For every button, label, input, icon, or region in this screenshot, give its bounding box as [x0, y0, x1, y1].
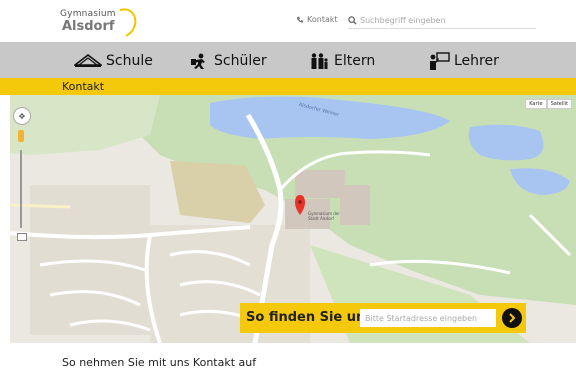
nav-item-schule[interactable]: Schule [74, 52, 153, 70]
search-box [348, 12, 536, 29]
street-view-pegman-icon[interactable] [18, 130, 24, 142]
start-address-input[interactable] [360, 309, 496, 327]
map-type-control: Karte Satellit [525, 99, 572, 109]
breadcrumb: Kontakt [0, 78, 576, 95]
logo-line1: Gymnasium [60, 9, 116, 19]
search-input[interactable] [360, 15, 520, 25]
directions-finder: So finden Sie uns: [240, 303, 526, 333]
logo-line2: Alsdorf [62, 19, 115, 34]
student-icon [191, 53, 205, 69]
nav-item-eltern[interactable]: Eltern [310, 52, 375, 70]
nav-item-schueler[interactable]: Schüler [190, 52, 267, 70]
parents-icon [311, 53, 328, 69]
contact-section-title: So nehmen Sie mit uns Kontakt auf [62, 356, 257, 369]
route-submit-button[interactable] [502, 308, 522, 328]
teacher-icon [430, 52, 450, 70]
contact-link-label: Kontakt [307, 15, 338, 24]
nav-label: Schüler [214, 53, 267, 69]
search-icon[interactable] [348, 15, 357, 25]
finder-label: So finden Sie uns: [246, 310, 379, 325]
nav-label: Lehrer [454, 53, 499, 69]
nav-label: Schule [106, 53, 153, 69]
map-type-karte[interactable]: Karte [525, 99, 547, 109]
nav-item-lehrer[interactable]: Lehrer [428, 52, 499, 70]
school-logo[interactable]: Gymnasium Alsdorf [56, 3, 142, 43]
pan-control-icon[interactable]: ✥ [13, 107, 31, 125]
chevron-right-icon [509, 313, 516, 323]
phone-icon [296, 16, 304, 23]
school-icon [74, 53, 102, 67]
zoom-slider[interactable] [20, 150, 22, 228]
breadcrumb-current: Kontakt [62, 80, 105, 93]
main-nav: Schule Schüler Eltern Lehrer [0, 42, 576, 78]
contact-link[interactable]: Kontakt [296, 15, 338, 24]
map-type-satellit[interactable]: Satellit [546, 99, 572, 109]
nav-label: Eltern [334, 53, 376, 69]
zoom-slider-handle[interactable] [17, 233, 27, 241]
header: Gymnasium Alsdorf Kontakt [0, 0, 576, 43]
school-map-label: Gymnasium der Stadt Alsdorf [308, 211, 340, 221]
